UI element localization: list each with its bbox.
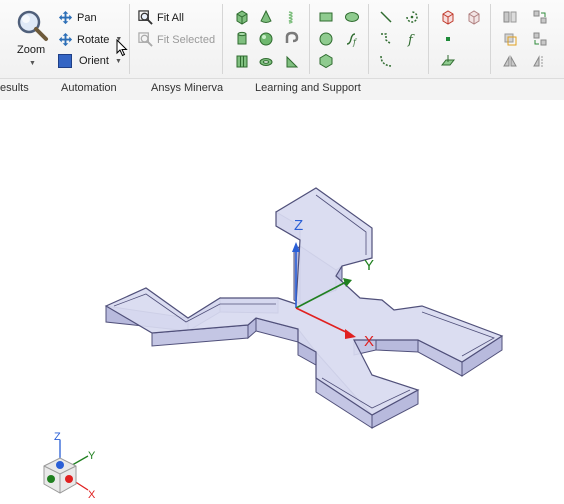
cone-icon[interactable]: [258, 9, 274, 25]
ribbon-separator: [129, 4, 130, 74]
triad-label-y: Y: [88, 450, 96, 462]
ribbon-toolbar: Zoom ▼ Pan Rotate ▼ Orient ▼ Fit All Fit…: [0, 0, 564, 78]
function-curve-icon[interactable]: f: [344, 31, 360, 47]
fit-selected-icon: [138, 32, 153, 47]
group-label-results[interactable]: esults: [0, 82, 29, 94]
mirror-icon[interactable]: [502, 53, 518, 69]
box-icon[interactable]: [234, 9, 250, 25]
pan-button[interactable]: Pan: [58, 10, 97, 25]
ellipse-icon[interactable]: [344, 9, 360, 25]
ribbon-separator: [222, 4, 223, 74]
group-label-automation[interactable]: Automation: [61, 82, 117, 94]
orient-label: Orient: [79, 55, 109, 67]
triad-label-x: X: [88, 489, 96, 501]
zoom-button[interactable]: Zoom ▼: [10, 6, 54, 68]
mirror-cut-icon[interactable]: [532, 53, 548, 69]
line-icon[interactable]: [378, 9, 394, 25]
cylinder-icon[interactable]: [234, 31, 250, 47]
svg-text:f: f: [352, 38, 358, 47]
fit-all-label: Fit All: [157, 11, 184, 24]
wedge-icon[interactable]: [284, 53, 300, 69]
orientation-triad[interactable]: [43, 440, 89, 494]
polygon-icon[interactable]: [318, 53, 334, 69]
fit-selected-label: Fit Selected: [157, 33, 216, 46]
pattern-icon[interactable]: [502, 9, 518, 25]
triad-label-z: Z: [54, 431, 61, 443]
group-label-ansys-minerva[interactable]: Ansys Minerva: [151, 82, 223, 94]
split-icon[interactable]: [532, 31, 548, 47]
tube-icon[interactable]: [234, 53, 250, 69]
zoom-label: Zoom: [17, 44, 46, 56]
torus-icon[interactable]: [258, 53, 274, 69]
ribbon-separator: [428, 4, 429, 74]
arc-icon[interactable]: [404, 9, 420, 25]
fit-selected-button[interactable]: Fit Selected: [138, 32, 215, 47]
transform-icon[interactable]: [502, 31, 518, 47]
graphics-viewport[interactable]: Z Y X Z Y X: [0, 100, 564, 504]
spring-icon[interactable]: [284, 9, 300, 25]
part-solid[interactable]: [104, 187, 504, 429]
pan-label: Pan: [77, 11, 97, 24]
ribbon-separator: [368, 4, 369, 74]
ribbon-group-labels: esults Automation Ansys Minerva Learning…: [0, 78, 564, 101]
chevron-down-icon: ▼: [114, 57, 122, 65]
chevron-down-icon: ▼: [29, 60, 36, 67]
rotate-button[interactable]: Rotate ▼: [58, 32, 122, 47]
cube-cut-icon[interactable]: [466, 9, 482, 25]
axis-label-x: X: [364, 333, 374, 350]
merge-icon[interactable]: [532, 9, 548, 25]
group-label-learning-support[interactable]: Learning and Support: [255, 82, 361, 94]
axis-label-z: Z: [294, 217, 303, 234]
circle-icon[interactable]: [318, 31, 334, 47]
rotate-label: Rotate: [77, 33, 110, 46]
ribbon-separator: [309, 4, 310, 74]
orient-button[interactable]: Orient ▼: [58, 54, 122, 68]
svg-text:f: f: [407, 33, 415, 47]
cube-icon: [58, 54, 72, 68]
magnifier-icon: [17, 10, 48, 41]
ribbon-separator: [490, 4, 491, 74]
rotate-arrows-icon: [58, 32, 73, 47]
fit-all-icon: [138, 10, 153, 25]
cube-outline-icon[interactable]: [440, 9, 456, 25]
plane-icon[interactable]: [440, 53, 456, 69]
rectangle-icon[interactable]: [318, 9, 334, 25]
spline-icon[interactable]: [378, 53, 394, 69]
axis-label-y: Y: [364, 257, 374, 274]
sphere-icon[interactable]: [258, 31, 274, 47]
pan-arrows-icon: [58, 10, 73, 25]
bend-icon[interactable]: [284, 31, 300, 47]
fit-all-button[interactable]: Fit All: [138, 10, 184, 25]
function-icon[interactable]: f: [404, 31, 420, 47]
point-icon[interactable]: [440, 31, 456, 47]
polyline-icon[interactable]: [378, 31, 394, 47]
